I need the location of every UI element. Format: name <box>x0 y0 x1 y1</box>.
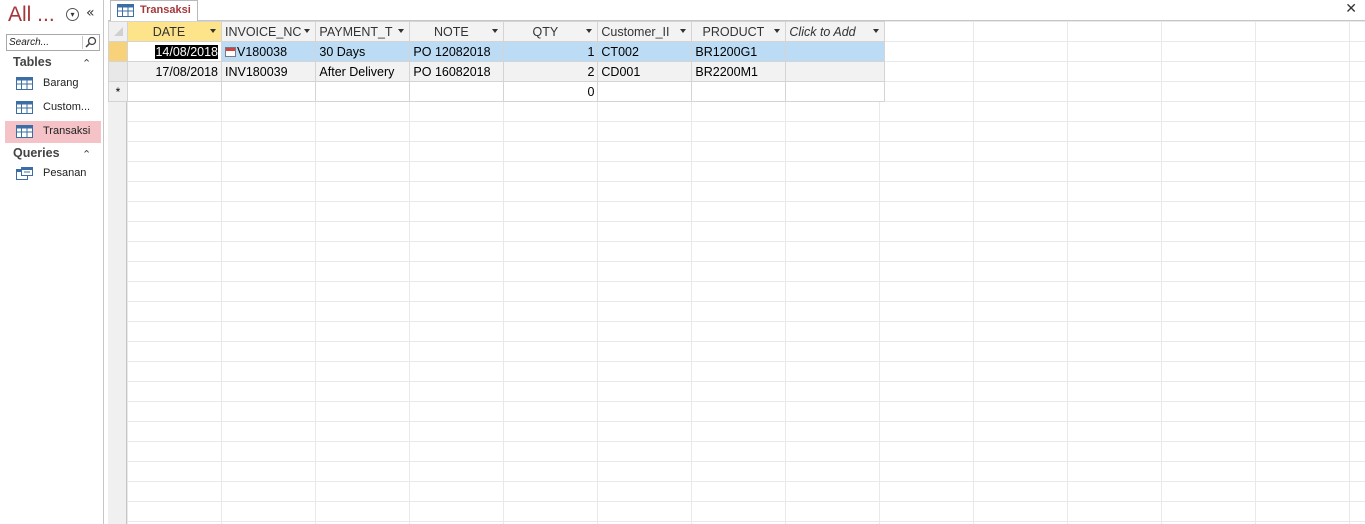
column-header-customer[interactable]: Customer_II <box>597 21 693 42</box>
sort-filter-dropdown-icon[interactable] <box>680 29 687 33</box>
table-row[interactable]: 14/08/2018 V180038 30 Days PO 12082018 1… <box>108 41 886 62</box>
nav-item-customer[interactable]: Custom... <box>5 97 101 119</box>
cell-payment[interactable]: After Delivery <box>315 61 411 82</box>
nav-menu-dropdown-icon[interactable]: ▾ <box>66 8 79 21</box>
sort-filter-dropdown-icon[interactable] <box>492 29 499 33</box>
cell-empty[interactable] <box>785 41 886 62</box>
new-record-marker[interactable]: * <box>108 81 128 102</box>
cell-customer[interactable]: CD001 <box>597 61 693 82</box>
column-header-payment[interactable]: PAYMENT_T <box>315 21 411 42</box>
cell-invoice[interactable] <box>220 81 317 102</box>
nav-search-box <box>6 34 100 51</box>
date-picker-icon[interactable] <box>225 46 236 57</box>
nav-item-label: Pesanan <box>43 167 87 179</box>
table-icon <box>117 4 134 17</box>
group-header-queries[interactable]: Queries <box>13 146 60 160</box>
nav-item-label: Transaksi <box>43 125 91 137</box>
table-row[interactable]: 17/08/2018 INV180039 After Delivery PO 1… <box>108 61 886 82</box>
record-selector[interactable] <box>108 41 128 62</box>
sort-filter-dropdown-icon[interactable] <box>774 29 781 33</box>
select-all-icon <box>113 26 123 36</box>
cell-note[interactable] <box>409 81 505 102</box>
cell-customer[interactable] <box>597 81 693 102</box>
collapse-group-tables-icon[interactable]: ⌃ <box>82 57 91 70</box>
cell-empty[interactable] <box>785 81 886 102</box>
tab-transaksi[interactable]: Transaksi <box>110 0 198 21</box>
header-row: DATE INVOICE_NC PAYMENT_T NOTE QTY Custo… <box>108 21 886 42</box>
record-selector[interactable] <box>108 61 128 82</box>
nav-item-pesanan[interactable]: Pesanan <box>5 163 101 185</box>
cell-product[interactable]: BR2200M1 <box>691 61 787 82</box>
sort-filter-dropdown-icon[interactable] <box>304 29 311 33</box>
close-document-icon[interactable]: ✕ <box>1345 1 1357 17</box>
cell-date[interactable]: 17/08/2018 <box>127 61 222 82</box>
sort-filter-dropdown-icon[interactable] <box>398 29 405 33</box>
cell-qty[interactable]: 0 <box>503 81 599 102</box>
cell-qty[interactable]: 2 <box>503 61 599 82</box>
cell-payment[interactable]: 30 Days <box>315 41 411 62</box>
table-icon <box>16 101 33 114</box>
nav-item-barang[interactable]: Barang <box>5 73 101 95</box>
column-header-product[interactable]: PRODUCT <box>691 21 787 42</box>
document-tab-bar: Transaksi ✕ <box>108 0 1365 21</box>
cell-note[interactable]: PO 16082018 <box>409 61 505 82</box>
cell-product[interactable]: BR1200G1 <box>691 41 787 62</box>
cell-invoice[interactable]: V180038 <box>220 41 317 62</box>
cell-date[interactable] <box>127 81 222 102</box>
group-header-tables[interactable]: Tables <box>13 55 52 69</box>
cell-payment[interactable] <box>315 81 411 102</box>
cell-date[interactable]: 14/08/2018 <box>127 41 222 62</box>
column-header-note[interactable]: NOTE <box>409 21 505 42</box>
collapse-pane-icon[interactable]: « <box>86 5 95 21</box>
datasheet-view[interactable]: DATE INVOICE_NC PAYMENT_T NOTE QTY Custo… <box>108 21 1365 524</box>
nav-item-transaksi[interactable]: Transaksi <box>5 121 101 143</box>
search-icon[interactable] <box>82 36 98 49</box>
cell-customer[interactable]: CT002 <box>597 41 693 62</box>
add-field-dropdown-icon[interactable] <box>873 29 880 33</box>
column-header-date[interactable]: DATE <box>127 21 222 42</box>
nav-item-label: Custom... <box>43 101 91 113</box>
select-all-corner[interactable] <box>108 21 128 42</box>
nav-pane-title[interactable]: All ... <box>8 3 55 27</box>
tab-label: Transaksi <box>140 4 191 16</box>
cell-invoice[interactable]: INV180039 <box>220 61 317 82</box>
new-record-row[interactable]: * 0 <box>108 81 886 102</box>
cell-qty[interactable]: 1 <box>503 41 599 62</box>
cell-product[interactable] <box>691 81 787 102</box>
nav-search-input[interactable] <box>7 35 85 50</box>
cell-note[interactable]: PO 12082018 <box>409 41 505 62</box>
collapse-group-queries-icon[interactable]: ⌃ <box>82 148 91 161</box>
table-icon <box>16 77 33 90</box>
column-header-invoice[interactable]: INVOICE_NC <box>220 21 317 42</box>
sort-filter-dropdown-icon[interactable] <box>586 29 593 33</box>
sort-filter-dropdown-icon[interactable] <box>210 29 216 33</box>
cell-empty[interactable] <box>785 61 886 82</box>
table-icon <box>16 125 33 138</box>
datasheet-table: DATE INVOICE_NC PAYMENT_T NOTE QTY Custo… <box>108 21 886 102</box>
column-header-qty[interactable]: QTY <box>503 21 599 42</box>
navigation-pane: All ... ▾ « Tables ⌃ Barang Custom... <box>0 0 104 524</box>
column-header-click-to-add[interactable]: Click to Add <box>785 21 886 42</box>
nav-item-label: Barang <box>43 77 79 89</box>
query-icon <box>16 167 33 180</box>
